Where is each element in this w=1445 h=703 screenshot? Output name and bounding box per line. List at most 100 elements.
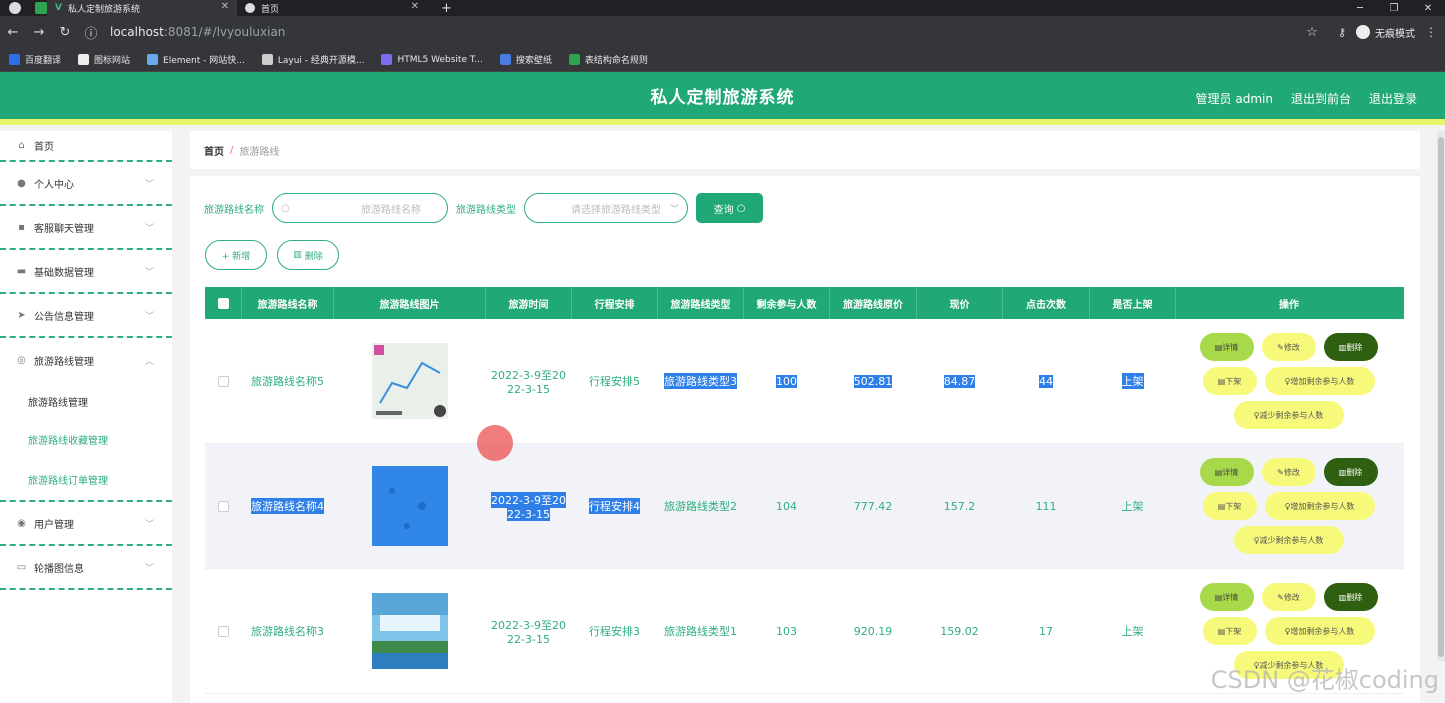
edit-button[interactable]: ✎ 修改 [1261, 583, 1316, 611]
bookmark-item[interactable]: 百度翻译 [9, 53, 61, 66]
back-icon[interactable]: ← [0, 25, 26, 40]
sidebar-item-route[interactable]: ◎ 旅游路线管理 ︿ [0, 338, 172, 382]
detail-button[interactable]: ▤ 详情 [1199, 458, 1254, 486]
add-remain-button[interactable]: ♀ 增加剩余参与人数 [1264, 617, 1375, 645]
doc-icon: ▤ [1214, 467, 1223, 477]
sidebar-item-label: 公告信息管理 [34, 311, 94, 323]
sub-remain-button[interactable]: ♀ 减少剩余参与人数 [1233, 526, 1344, 554]
add-button[interactable]: + 新增 [205, 240, 267, 270]
forward-icon[interactable]: → [26, 25, 52, 40]
sidebar-item-label: 基础数据管理 [34, 267, 94, 279]
bookmark-label: 百度翻译 [25, 56, 62, 66]
sidebar-subitem-route[interactable]: 旅游路线管理 [0, 382, 172, 420]
menu-icon[interactable]: ⋮ [1425, 25, 1437, 39]
column-header: 旅游路线图片 [334, 287, 486, 319]
column-header: 行程安排 [572, 287, 658, 319]
row-delete-button[interactable]: ▥ 删除 [1323, 583, 1378, 611]
route-type-select[interactable]: 请选择旅游路线类型 ﹀ [524, 193, 688, 223]
app-icon[interactable] [35, 2, 47, 14]
carousel-icon: ▭ [16, 561, 27, 573]
main-content: 首页 / 旅游路线 旅游路线名称 ○ 旅游路线名称 旅游路线类型 请选择旅游路线… [190, 131, 1420, 703]
sidebar-item-users[interactable]: ◉ 用户管理 ﹀ [0, 502, 172, 546]
off-shelf-button[interactable]: ▤ 下架 [1202, 617, 1257, 645]
sidebar-item-carousel[interactable]: ▭ 轮播图信息 ﹀ [0, 546, 172, 590]
reload-icon[interactable]: ↻ [52, 25, 78, 40]
doc-icon: ▤ [1214, 342, 1223, 352]
table-icon [568, 54, 580, 65]
remain-cell: 103 [744, 569, 830, 693]
chevron-down-icon: ﹀ [144, 179, 154, 190]
breadcrumb-home[interactable]: 首页 [204, 143, 224, 158]
row-checkbox[interactable] [217, 375, 229, 387]
edit-button[interactable]: ✎ 修改 [1261, 458, 1316, 486]
close-window-button[interactable]: ✕ [1411, 3, 1445, 14]
new-tab-button[interactable]: + [441, 1, 452, 16]
sidebar-item-notice[interactable]: ➤ 公告信息管理 ﹀ [0, 294, 172, 338]
row-delete-button[interactable]: ▥ 删除 [1323, 458, 1378, 486]
delete-label: 删除 [1346, 592, 1363, 602]
sidebar-subitem-orders[interactable]: 旅游路线订单管理 [0, 458, 172, 502]
translate-icon [9, 54, 20, 65]
search-icon: ○ [281, 202, 290, 214]
sub-remain-button[interactable]: ♀ 减少剩余参与人数 [1233, 401, 1344, 429]
detail-label: 详情 [1222, 592, 1239, 602]
sidebar-item-home[interactable]: ⌂ 首页 [0, 131, 172, 162]
row-checkbox[interactable] [217, 625, 229, 637]
status: 上架 [1121, 625, 1144, 638]
add-remain-button[interactable]: ♀ 增加剩余参与人数 [1264, 367, 1375, 395]
edit-label: 修改 [1283, 342, 1300, 352]
route-time-line2: 22-3-15 [507, 507, 550, 521]
page-scrollbar[interactable] [1437, 131, 1445, 661]
chevron-down-icon: ﹀ [144, 563, 154, 574]
sidebar-item-chat[interactable]: ▪ 客服聊天管理 ﹀ [0, 206, 172, 250]
tab-close-icon[interactable]: ✕ [221, 1, 229, 12]
route-map-image [371, 343, 448, 419]
edit-button[interactable]: ✎ 修改 [1261, 333, 1316, 361]
detail-button[interactable]: ▤ 详情 [1199, 333, 1254, 361]
delete-button[interactable]: ▥ 删除 [277, 240, 339, 270]
tab-system[interactable]: V 私人定制旅游系统 ✕ [47, 0, 237, 16]
bookmark-star-icon[interactable]: ☆ [1306, 25, 1318, 40]
bookmark-item[interactable]: Layui - 经典开源模... [261, 53, 364, 66]
route-name-cell: 旅游路线名称4 [242, 444, 334, 568]
url-input[interactable]: localhost:8081/#/lvyouluxian [110, 25, 285, 39]
doc-icon: ▤ [1217, 376, 1226, 386]
search-icon: ○ [736, 202, 746, 214]
clicks-cell: 111 [1003, 444, 1090, 568]
tab-home[interactable]: 首页 ✕ [237, 0, 427, 16]
sidebar-item-data[interactable]: ▬ 基础数据管理 ﹀ [0, 250, 172, 294]
scrollbar-thumb[interactable] [1438, 137, 1444, 657]
row-checkbox[interactable] [217, 500, 229, 512]
minimize-button[interactable]: ─ [1343, 3, 1377, 14]
to-front-link[interactable]: 退出到前台 [1291, 90, 1351, 107]
tab-close-icon[interactable]: ✕ [411, 1, 419, 12]
route-name-input[interactable]: ○ 旅游路线名称 [272, 193, 448, 223]
sidebar-item-profile[interactable]: ● 个人中心 ﹀ [0, 162, 172, 206]
clicks: 111 [1035, 499, 1057, 513]
route-scenery-image [371, 593, 448, 669]
key-icon[interactable]: ⚷ [1338, 26, 1346, 39]
row-select-cell [205, 444, 242, 568]
bookmark-item[interactable]: HTML5 Website T... [381, 54, 483, 65]
info-icon[interactable]: ⓘ [78, 23, 104, 42]
bookmark-item[interactable]: 图标网站 [78, 53, 130, 66]
maximize-button[interactable]: ❐ [1377, 3, 1411, 14]
bookmark-item[interactable]: 搜索壁纸 [499, 53, 552, 66]
guest-avatar-icon [1356, 25, 1370, 39]
detail-button[interactable]: ▤ 详情 [1199, 583, 1254, 611]
bookmark-item[interactable]: Element - 网站快... [147, 53, 245, 66]
select-all-checkbox[interactable] [217, 297, 229, 309]
bookmark-item[interactable]: 表结构命名规则 [568, 53, 648, 66]
breadcrumb-current: 旅游路线 [239, 146, 280, 158]
logout-link[interactable]: 退出登录 [1369, 90, 1417, 107]
row-delete-button[interactable]: ▥ 删除 [1323, 333, 1378, 361]
off-shelf-button[interactable]: ▤ 下架 [1202, 367, 1257, 395]
add-remain-button[interactable]: ♀ 增加剩余参与人数 [1264, 492, 1375, 520]
off-shelf-button[interactable]: ▤ 下架 [1202, 492, 1257, 520]
table-row: 旅游路线名称5 2022-3-9至20 22-3-15 行程安排5 旅游路线类型3… [205, 319, 1404, 444]
guest-mode-badge[interactable]: 无痕模式 [1356, 25, 1415, 40]
sidebar-subitem-favorites[interactable]: 旅游路线收藏管理 [0, 420, 172, 458]
notice-icon: ➤ [17, 309, 26, 321]
query-button[interactable]: 查询 ○ [696, 193, 763, 223]
pen-icon: ✎ [1277, 592, 1284, 602]
